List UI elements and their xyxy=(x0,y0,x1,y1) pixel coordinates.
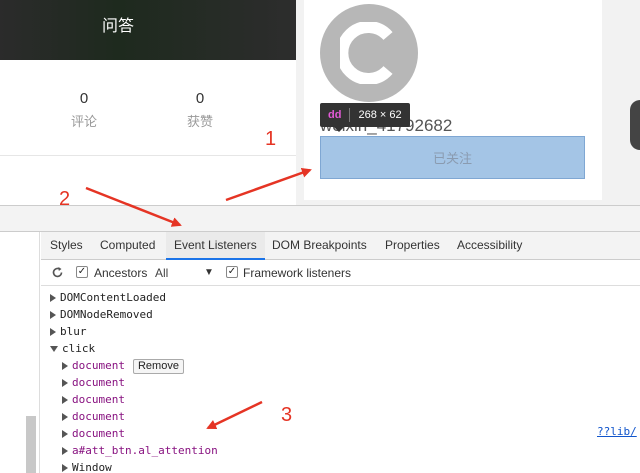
arrow-1-icon xyxy=(225,167,312,202)
screenshot: 问答 0 评论 0 获赞 weixin_41792682 已关注 dd268 ×… xyxy=(0,0,640,473)
arrow-3-icon xyxy=(206,400,263,430)
annotation-arrows xyxy=(85,167,312,430)
arrow-2-icon xyxy=(85,186,182,227)
